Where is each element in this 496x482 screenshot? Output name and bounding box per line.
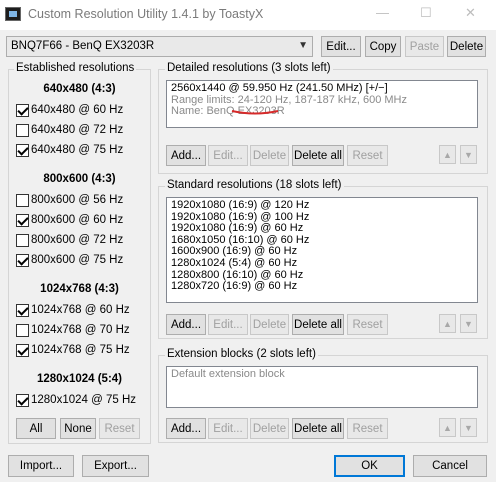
export-button[interactable]: Export... bbox=[82, 455, 149, 477]
standard-delete-all-button[interactable]: Delete all bbox=[292, 314, 344, 335]
checkbox-label: 640x480 @ 72 Hz bbox=[31, 124, 124, 136]
checkbox-label: 1024x768 @ 60 Hz bbox=[31, 304, 130, 316]
checkbox-label: 800x600 @ 72 Hz bbox=[31, 234, 124, 246]
move-up-icon[interactable]: ▲ bbox=[439, 418, 456, 437]
checkbox-label: 800x600 @ 60 Hz bbox=[31, 214, 124, 226]
list-item[interactable]: 1920x1080 (16:9) @ 120 Hz bbox=[171, 199, 473, 212]
standard-edit-button[interactable]: Edit... bbox=[208, 314, 248, 335]
list-item[interactable]: Default extension block bbox=[171, 368, 473, 381]
list-item[interactable]: 1280x720 (16:9) @ 60 Hz bbox=[171, 281, 473, 293]
established-reset-button[interactable]: Reset bbox=[99, 418, 140, 439]
checkbox-box bbox=[16, 393, 29, 407]
detailed-delete-all-button[interactable]: Delete all bbox=[292, 145, 344, 166]
title-bar: Custom Resolution Utility 1.4.1 by Toast… bbox=[0, 0, 496, 30]
monitor-select[interactable]: BNQ7F66 - BenQ EX3203R ▼ bbox=[6, 36, 313, 57]
checkbox-1280x1024-75[interactable]: 1280x1024 @ 75 Hz bbox=[16, 392, 156, 408]
detailed-add-button[interactable]: Add... bbox=[166, 145, 206, 166]
checkbox-box bbox=[16, 303, 29, 317]
section-heading-1280x1024: 1280x1024 (5:4) bbox=[36, 373, 123, 385]
standard-resolutions-list[interactable]: 1920x1080 (16:9) @ 120 Hz 1920x1080 (16:… bbox=[166, 197, 478, 303]
checkbox-box bbox=[16, 213, 29, 227]
extension-add-button[interactable]: Add... bbox=[166, 418, 206, 439]
checkbox-800x600-75[interactable]: 800x600 @ 75 Hz bbox=[16, 252, 156, 268]
detailed-resolution-entry[interactable]: 2560x1440 @ 59.950 Hz (241.50 MHz) [+/−] bbox=[171, 82, 473, 95]
checkbox-640x480-75[interactable]: 640x480 @ 75 Hz bbox=[16, 142, 156, 158]
section-heading-1024x768: 1024x768 (4:3) bbox=[40, 283, 119, 295]
checkbox-640x480-60[interactable]: 640x480 @ 60 Hz bbox=[16, 102, 156, 118]
standard-delete-button[interactable]: Delete bbox=[250, 314, 289, 335]
delete-monitor-button[interactable]: Delete bbox=[447, 36, 486, 57]
checkbox-box bbox=[16, 193, 29, 207]
checkbox-box bbox=[16, 323, 29, 337]
checkbox-box bbox=[16, 253, 29, 267]
checkbox-box bbox=[16, 103, 29, 117]
move-down-icon[interactable]: ▼ bbox=[460, 418, 477, 437]
move-up-icon[interactable]: ▲ bbox=[439, 145, 456, 164]
established-resolutions-title: Established resolutions bbox=[14, 62, 137, 74]
chevron-down-icon: ▼ bbox=[298, 40, 308, 51]
select-none-button[interactable]: None bbox=[60, 418, 96, 439]
move-up-icon[interactable]: ▲ bbox=[439, 314, 456, 333]
copy-button[interactable]: Copy bbox=[365, 36, 401, 57]
detailed-reset-button[interactable]: Reset bbox=[347, 145, 388, 166]
annotation-underline bbox=[231, 110, 279, 115]
close-icon[interactable]: ✕ bbox=[465, 5, 476, 21]
checkbox-label: 640x480 @ 75 Hz bbox=[31, 144, 124, 156]
checkbox-label: 800x600 @ 75 Hz bbox=[31, 254, 124, 266]
ok-button[interactable]: OK bbox=[334, 455, 405, 477]
import-button[interactable]: Import... bbox=[8, 455, 74, 477]
window-title: Custom Resolution Utility 1.4.1 by Toast… bbox=[28, 7, 264, 21]
monitor-select-value: BNQ7F66 - BenQ EX3203R bbox=[11, 40, 155, 52]
standard-reset-button[interactable]: Reset bbox=[347, 314, 388, 335]
checkbox-label: 1024x768 @ 70 Hz bbox=[31, 324, 130, 336]
extension-delete-button[interactable]: Delete bbox=[250, 418, 289, 439]
move-down-icon[interactable]: ▼ bbox=[460, 314, 477, 333]
checkbox-box bbox=[16, 123, 29, 137]
section-heading-640x480: 640x480 (4:3) bbox=[43, 83, 116, 95]
monitor-name-line: Name: BenQ EX3203R bbox=[171, 105, 285, 118]
standard-add-button[interactable]: Add... bbox=[166, 314, 206, 335]
checkbox-label: 1024x768 @ 75 Hz bbox=[31, 344, 130, 356]
move-down-icon[interactable]: ▼ bbox=[460, 145, 477, 164]
extension-edit-button[interactable]: Edit... bbox=[208, 418, 248, 439]
extension-blocks-list[interactable]: Default extension block bbox=[166, 366, 478, 408]
cancel-button[interactable]: Cancel bbox=[413, 455, 487, 477]
detailed-resolutions-list[interactable]: 2560x1440 @ 59.950 Hz (241.50 MHz) [+/−]… bbox=[166, 80, 478, 128]
checkbox-label: 640x480 @ 60 Hz bbox=[31, 104, 124, 116]
select-all-button[interactable]: All bbox=[16, 418, 56, 439]
checkbox-label: 1280x1024 @ 75 Hz bbox=[31, 394, 137, 406]
checkbox-800x600-56[interactable]: 800x600 @ 56 Hz bbox=[16, 192, 156, 208]
section-heading-800x600: 800x600 (4:3) bbox=[43, 173, 116, 185]
checkbox-640x480-72[interactable]: 640x480 @ 72 Hz bbox=[16, 122, 156, 138]
extension-delete-all-button[interactable]: Delete all bbox=[292, 418, 344, 439]
checkbox-1024x768-75[interactable]: 1024x768 @ 75 Hz bbox=[16, 342, 156, 358]
detailed-resolutions-title: Detailed resolutions (3 slots left) bbox=[165, 62, 333, 74]
checkbox-box bbox=[16, 143, 29, 157]
checkbox-box bbox=[16, 233, 29, 247]
app-monitor-icon bbox=[5, 7, 21, 21]
checkbox-800x600-60[interactable]: 800x600 @ 60 Hz bbox=[16, 212, 156, 228]
extension-blocks-title: Extension blocks (2 slots left) bbox=[165, 348, 318, 360]
standard-resolutions-title: Standard resolutions (18 slots left) bbox=[165, 179, 344, 191]
checkbox-1024x768-60[interactable]: 1024x768 @ 60 Hz bbox=[16, 302, 156, 318]
minimize-icon[interactable]: — bbox=[376, 5, 389, 20]
detailed-delete-button[interactable]: Delete bbox=[250, 145, 289, 166]
checkbox-1024x768-70[interactable]: 1024x768 @ 70 Hz bbox=[16, 322, 156, 338]
detailed-edit-button[interactable]: Edit... bbox=[208, 145, 248, 166]
paste-button[interactable]: Paste bbox=[405, 36, 444, 57]
extension-reset-button[interactable]: Reset bbox=[347, 418, 388, 439]
maximize-icon[interactable]: ☐ bbox=[420, 5, 432, 21]
checkbox-800x600-72[interactable]: 800x600 @ 72 Hz bbox=[16, 232, 156, 248]
checkbox-box bbox=[16, 343, 29, 357]
list-item[interactable]: 1280x1024 (5:4) @ 60 Hz bbox=[171, 257, 473, 270]
checkbox-label: 800x600 @ 56 Hz bbox=[31, 194, 124, 206]
edit-monitor-button[interactable]: Edit... bbox=[321, 36, 361, 57]
